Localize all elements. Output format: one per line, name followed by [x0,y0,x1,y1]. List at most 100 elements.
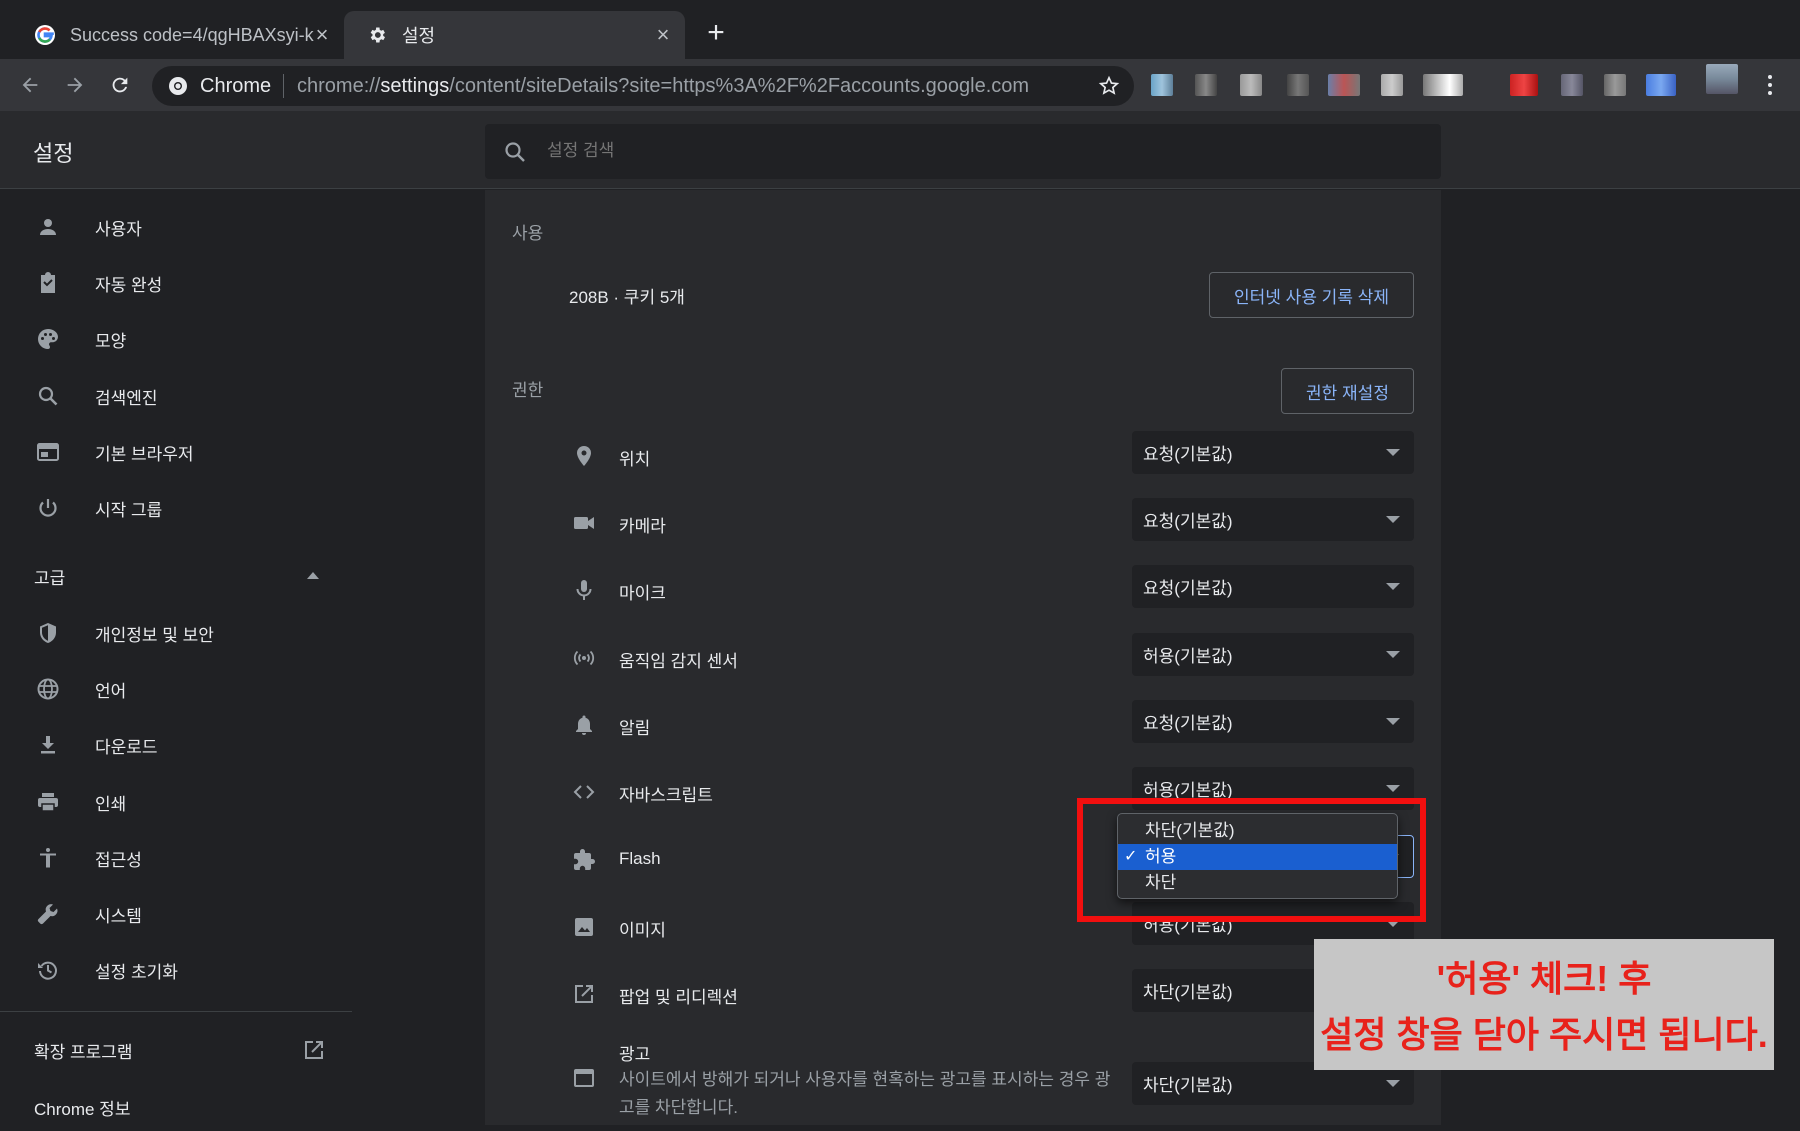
clear-data-button[interactable]: 인터넷 사용 기록 삭제 [1209,272,1414,318]
permission-select[interactable]: 허용(기본값) [1132,633,1414,676]
toolbar: Chrome chrome://settings/content/siteDet… [0,59,1800,111]
tab-success-code[interactable]: Success code=4/qgHBAXsyi-k × [12,11,344,59]
extension-icon[interactable] [1510,74,1538,96]
sidebar-item-default-browser[interactable]: 기본 브라우저 [0,428,352,476]
extension-icon[interactable] [1240,74,1262,96]
clipboard-icon [35,270,61,296]
permission-row-camera: 카메라 요청(기본값) [485,489,1441,556]
tab-strip: Success code=4/qgHBAXsyi-k × 설정 × + [0,0,1800,59]
annotation-line: '허용' 체크! 후 [1436,958,1652,999]
browser-icon [35,439,61,465]
sidebar-item-label: 시작 그룹 [95,500,163,520]
extension-icon[interactable] [1561,74,1583,96]
divider [0,1011,352,1012]
sidebar-item-accessibility[interactable]: 접근성 [0,834,352,882]
close-icon[interactable]: × [651,23,675,47]
sidebar-item-label: 사용자 [95,219,142,239]
select-value: 차단(기본값) [1143,983,1233,1002]
extension-icon[interactable] [1381,74,1403,96]
advanced-toggle[interactable]: 고급 [0,552,352,600]
divider [283,74,284,98]
caret-down-icon [1386,785,1400,792]
select-value: 차단(기본값) [1143,1076,1233,1095]
sidebar-item-extensions[interactable]: 확장 프로그램 [0,1026,352,1074]
sidebar-item-appearance[interactable]: 모양 [0,315,352,363]
sidebar-item-downloads[interactable]: 다운로드 [0,721,352,769]
extension-icon[interactable] [1423,74,1463,96]
sidebar-item-label: 접근성 [95,850,142,870]
permission-select[interactable]: 요청(기본값) [1132,431,1414,474]
sidebar-item-printing[interactable]: 인쇄 [0,778,352,826]
profile-avatar[interactable] [1706,64,1738,94]
usage-section-title: 사용 [512,224,544,243]
sidebar-item-system[interactable]: 시스템 [0,890,352,938]
permission-description: 사이트에서 방해가 되거나 사용자를 현혹하는 광고를 표시하는 경우 광고를 … [619,1070,1111,1117]
select-value: 요청(기본값) [1143,714,1233,733]
new-tab-button[interactable]: + [701,18,731,48]
puzzle-icon [570,846,598,874]
permission-row-ads: 광고 사이트에서 방해가 되거나 사용자를 현혹하는 광고를 표시하는 경우 광… [485,1028,1441,1125]
sidebar-item-search-engine[interactable]: 검색엔진 [0,372,352,420]
sidebar-item-about-chrome[interactable]: Chrome 정보 [0,1083,352,1131]
open-in-new-icon [302,1038,326,1067]
address-bar[interactable]: Chrome chrome://settings/content/siteDet… [152,66,1134,106]
select-value: 요청(기본값) [1143,512,1233,531]
url-scheme: chrome:// [297,75,381,97]
settings-search[interactable] [485,124,1441,179]
arrow-left-icon [22,77,38,93]
url-path: /content/siteDetails?site=https%3A%2F%2F… [449,75,1030,97]
caret-down-icon [1386,1080,1400,1087]
tab-settings[interactable]: 설정 × [344,11,685,59]
extension-icon[interactable] [1195,74,1217,96]
permission-label: 알림 [619,719,651,738]
extension-icon[interactable] [1151,74,1173,96]
extension-icon[interactable] [1646,74,1676,96]
close-icon[interactable]: × [310,23,334,47]
sidebar-item-label: 기본 브라우저 [95,444,194,464]
code-icon [570,778,598,806]
permission-label: 움직임 감지 센서 [619,652,738,671]
extension-icon[interactable] [1328,74,1360,96]
forward-button[interactable] [59,69,91,101]
permission-select[interactable]: 요청(기본값) [1132,565,1414,608]
extension-icon[interactable] [1287,74,1309,96]
printer-icon [35,789,61,815]
microphone-icon [570,576,598,604]
caret-down-icon [1386,516,1400,523]
annotation-note: '허용' 체크! 후 설정 창을 닫아 주시면 됩니다. [1314,939,1774,1070]
extension-icon[interactable] [1604,74,1626,96]
settings-header: 설정 [0,111,1800,189]
select-value: 허용(기본값) [1143,647,1233,666]
tab-title: 설정 [402,26,436,46]
sidebar-item-languages[interactable]: 언어 [0,665,352,713]
more-vert-icon[interactable] [1758,72,1782,98]
reload-button[interactable] [104,69,136,101]
sidebar-item-autofill[interactable]: 자동 완성 [0,259,352,307]
permission-label: 카메라 [619,517,666,536]
accessibility-icon [35,845,61,871]
permission-row-microphone: 마이크 요청(기본값) [485,556,1441,623]
sidebar-item-reset[interactable]: 설정 초기화 [0,946,352,994]
reset-permissions-button[interactable]: 권한 재설정 [1281,368,1414,414]
sidebar-item-label: 검색엔진 [95,388,158,408]
search-input[interactable] [547,136,1407,166]
back-button[interactable] [14,69,46,101]
sidebar-item-label: Chrome 정보 [34,1099,131,1119]
permission-select[interactable]: 요청(기본값) [1132,700,1414,743]
sidebar-item-user[interactable]: 사용자 [0,203,352,251]
url-text: chrome://settings/content/siteDetails?si… [297,75,1029,98]
permission-select[interactable]: 요청(기본값) [1132,498,1414,541]
permission-row-motion-sensors: 움직임 감지 센서 허용(기본값) [485,624,1441,691]
sidebar-item-label: 개인정보 및 보안 [95,625,214,645]
sidebar-item-on-startup[interactable]: 시작 그룹 [0,484,352,532]
permission-row-location: 위치 요청(기본값) [485,422,1441,489]
sidebar-item-privacy[interactable]: 개인정보 및 보안 [0,609,352,657]
ad-window-icon [570,1064,598,1092]
search-icon [35,383,61,409]
permission-label: 광고 [619,1045,651,1064]
select-value: 요청(기본값) [1143,579,1233,598]
power-icon [35,495,61,521]
sidebar-item-label: 다운로드 [95,737,158,757]
tab-title: Success code=4/qgHBAXsyi-k [70,24,314,45]
star-icon[interactable] [1098,75,1120,103]
